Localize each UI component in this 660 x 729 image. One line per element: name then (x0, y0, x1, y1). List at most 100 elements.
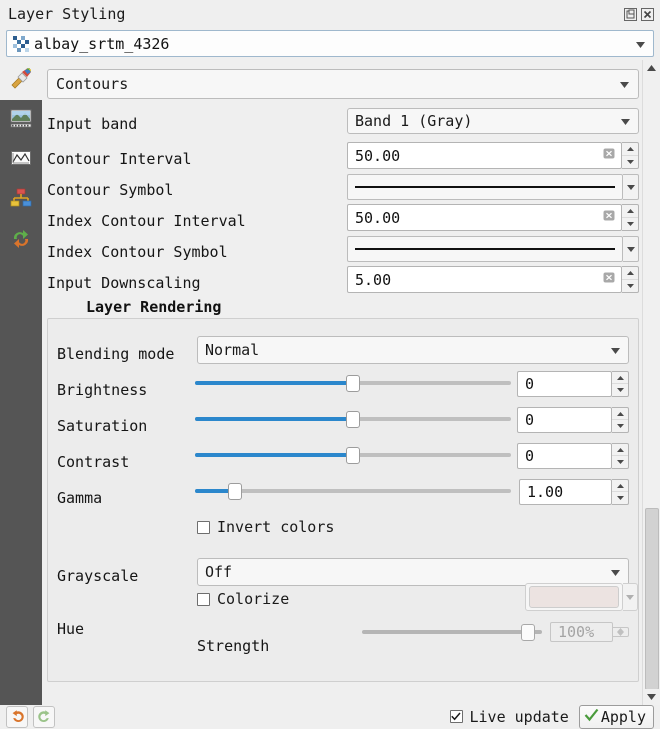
pyramids-icon (9, 186, 33, 214)
sidebar-item-histogram[interactable] (0, 140, 42, 180)
stepper-down-icon[interactable] (613, 632, 628, 636)
strength-input[interactable]: 100% (550, 622, 613, 642)
stepper-up-icon[interactable] (612, 444, 628, 456)
blending-mode-combo[interactable]: Normal (197, 336, 629, 364)
slider-handle[interactable] (346, 375, 360, 392)
brightness-slider[interactable] (195, 373, 511, 393)
invert-colors-checkbox-row[interactable]: Invert colors (197, 518, 334, 536)
clear-icon[interactable] (603, 147, 616, 164)
renderer-type-value: Contours (56, 75, 129, 93)
colorize-color-picker[interactable] (525, 583, 638, 611)
stepper-down-icon[interactable] (622, 156, 638, 169)
invert-colors-checkbox[interactable] (197, 520, 210, 534)
stepper-up-icon[interactable] (622, 205, 638, 218)
stepper-down-icon[interactable] (622, 218, 638, 231)
stepper-down-icon[interactable] (612, 420, 628, 432)
grayscale-combo[interactable]: Off (197, 558, 629, 586)
input-downscaling-label: Input Downscaling (47, 273, 201, 292)
stepper-up-icon[interactable] (622, 267, 638, 280)
slider-handle[interactable] (228, 483, 243, 500)
layer-selector-combo[interactable]: albay_srtm_4326 (6, 30, 654, 57)
stepper-down-icon[interactable] (622, 280, 638, 293)
contour-interval-input[interactable]: 50.00 (347, 142, 622, 169)
sidebar-item-transparency[interactable] (0, 100, 42, 140)
apply-button[interactable]: Apply (578, 704, 654, 729)
contour-interval-spinbox[interactable]: 50.00 (347, 142, 639, 169)
stepper-down-icon[interactable] (612, 456, 628, 468)
contrast-spinbox[interactable]: 0 (517, 443, 629, 469)
gamma-spinbox[interactable]: 1.00 (519, 479, 629, 505)
input-downscaling-input[interactable]: 5.00 (347, 266, 622, 293)
brightness-stepper[interactable] (612, 371, 629, 397)
gamma-slider[interactable] (195, 481, 511, 501)
line-symbol-icon (355, 248, 615, 250)
index-contour-interval-input[interactable]: 50.00 (347, 204, 622, 231)
saturation-input[interactable]: 0 (517, 407, 612, 433)
stepper-up-icon[interactable] (612, 480, 628, 492)
brightness-spinbox[interactable]: 0 (517, 371, 629, 397)
live-update-checkbox-row[interactable]: Live update (449, 707, 569, 726)
redo-button[interactable] (33, 705, 55, 728)
scrollbar-thumb[interactable] (645, 508, 659, 690)
sidebar-item-symbology[interactable] (0, 60, 42, 100)
colorize-label: Colorize (217, 590, 290, 608)
strength-stepper[interactable] (613, 627, 629, 637)
colorize-color-dropdown-button[interactable] (623, 583, 638, 611)
redo-icon (37, 710, 49, 723)
index-contour-symbol-preview[interactable] (347, 236, 623, 262)
contrast-stepper[interactable] (612, 443, 629, 469)
brightness-label: Brightness (57, 380, 148, 399)
input-downscaling-value: 5.00 (355, 270, 392, 289)
panel-scrollbar[interactable] (642, 60, 660, 705)
undo-button[interactable] (6, 705, 28, 728)
slider-handle[interactable] (521, 624, 536, 641)
gamma-label: Gamma (57, 488, 103, 507)
colorize-checkbox[interactable] (197, 592, 210, 606)
stepper-down-icon[interactable] (612, 384, 628, 396)
chevron-down-icon (611, 564, 620, 580)
clear-icon[interactable] (603, 271, 616, 288)
saturation-stepper[interactable] (612, 407, 629, 433)
stepper-up-icon[interactable] (612, 372, 628, 384)
slider-handle[interactable] (346, 411, 360, 428)
saturation-slider[interactable] (195, 409, 511, 429)
scroll-down-button[interactable] (643, 689, 660, 705)
live-update-label: Live update (469, 707, 569, 726)
saturation-spinbox[interactable]: 0 (517, 407, 629, 433)
histogram-icon (9, 146, 33, 174)
index-contour-interval-stepper[interactable] (622, 204, 639, 231)
contrast-slider[interactable] (195, 445, 511, 465)
stepper-up-icon[interactable] (622, 143, 638, 156)
index-contour-interval-spinbox[interactable]: 50.00 (347, 204, 639, 231)
colorize-checkbox-row[interactable]: Colorize (197, 590, 289, 608)
scroll-up-button[interactable] (643, 60, 660, 76)
sidebar-item-history[interactable] (0, 220, 42, 260)
input-downscaling-spinbox[interactable]: 5.00 (347, 266, 639, 293)
clear-icon[interactable] (603, 209, 616, 226)
apply-label: Apply (600, 707, 646, 726)
slider-handle[interactable] (346, 447, 360, 464)
renderer-type-combo[interactable]: Contours (47, 69, 639, 99)
live-update-checkbox[interactable] (449, 710, 463, 723)
input-downscaling-stepper[interactable] (622, 266, 639, 293)
float-icon[interactable] (624, 7, 637, 21)
strength-spinbox[interactable]: 100% (550, 619, 629, 645)
index-contour-symbol-control[interactable] (347, 236, 639, 262)
contour-symbol-control[interactable] (347, 174, 639, 200)
index-contour-symbol-dropdown-button[interactable] (623, 236, 639, 262)
contour-symbol-dropdown-button[interactable] (623, 174, 639, 200)
sidebar-item-pyramids[interactable] (0, 180, 42, 220)
close-icon[interactable] (641, 7, 654, 21)
gamma-input[interactable]: 1.00 (519, 479, 612, 505)
contour-interval-stepper[interactable] (622, 142, 639, 169)
colorize-color-button[interactable] (525, 583, 623, 611)
stepper-up-icon[interactable] (612, 408, 628, 420)
strength-slider[interactable] (362, 622, 542, 642)
brightness-input[interactable]: 0 (517, 371, 612, 397)
contrast-input[interactable]: 0 (517, 443, 612, 469)
gamma-stepper[interactable] (612, 479, 629, 505)
contour-symbol-preview[interactable] (347, 174, 623, 200)
undo-icon (12, 710, 24, 723)
stepper-down-icon[interactable] (612, 492, 628, 504)
input-band-combo[interactable]: Band 1 (Gray) (347, 108, 639, 134)
